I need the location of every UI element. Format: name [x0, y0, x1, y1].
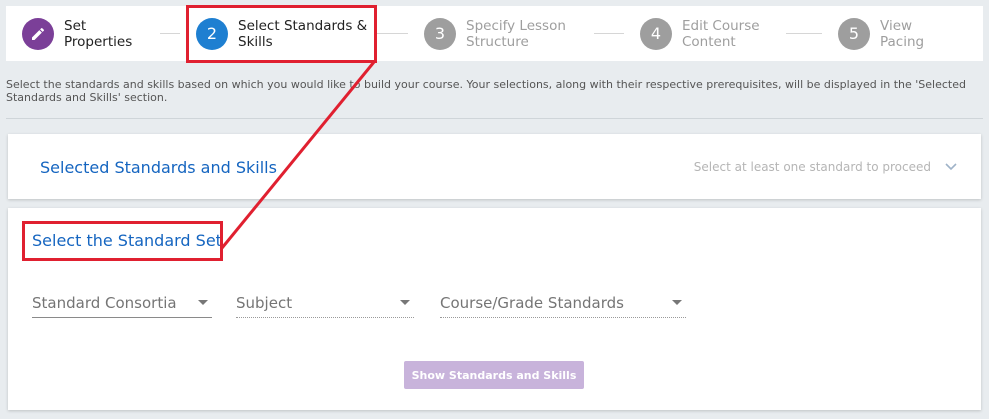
standard-consortia-value: Standard Consortia	[32, 293, 177, 312]
subject-select[interactable]: Subject	[236, 288, 414, 318]
step-4-badge: 4	[640, 17, 672, 50]
step-3-badge: 3	[424, 17, 456, 50]
course-grade-select[interactable]: Course/Grade Standards	[440, 288, 686, 318]
step-3-label: Specify Lesson Structure	[466, 17, 566, 50]
selected-standards-title: Selected Standards and Skills	[40, 158, 277, 177]
highlight-box-title	[22, 221, 223, 261]
divider	[6, 118, 983, 119]
step-1-label: Set Properties	[64, 17, 133, 50]
standard-consortia-select[interactable]: Standard Consortia	[32, 288, 212, 318]
caret-down-icon	[672, 300, 682, 305]
step-set-properties[interactable]: Set Properties	[6, 6, 160, 61]
step-connector	[594, 33, 624, 34]
progress-stepper: Set Properties 2 Select Standards & Skil…	[6, 6, 983, 61]
caret-down-icon	[400, 300, 410, 305]
step-connector	[376, 33, 408, 34]
step-5-badge: 5	[838, 17, 870, 50]
chevron-down-icon[interactable]	[943, 158, 959, 174]
step-edit-course-content[interactable]: 4 Edit Course Content	[624, 6, 804, 61]
step-1-badge	[22, 17, 54, 50]
course-grade-value: Course/Grade Standards	[440, 293, 624, 312]
step-connector	[786, 33, 822, 34]
step-specify-lesson-structure[interactable]: 3 Specify Lesson Structure	[408, 6, 620, 61]
step-connector	[160, 33, 180, 34]
intro-text: Select the standards and skills based on…	[6, 78, 966, 104]
step-view-pacing[interactable]: 5 View Pacing	[822, 6, 964, 61]
pencil-icon	[32, 27, 45, 40]
highlight-box-step	[186, 5, 377, 63]
subject-value: Subject	[236, 293, 293, 312]
caret-down-icon	[198, 300, 208, 305]
step-4-label: Edit Course Content	[682, 17, 760, 50]
show-standards-button[interactable]: Show Standards and Skills	[404, 361, 584, 389]
selected-standards-panel[interactable]: Selected Standards and Skills Select at …	[8, 134, 981, 199]
proceed-hint: Select at least one standard to proceed	[693, 160, 931, 174]
step-5-label: View Pacing	[880, 17, 925, 50]
